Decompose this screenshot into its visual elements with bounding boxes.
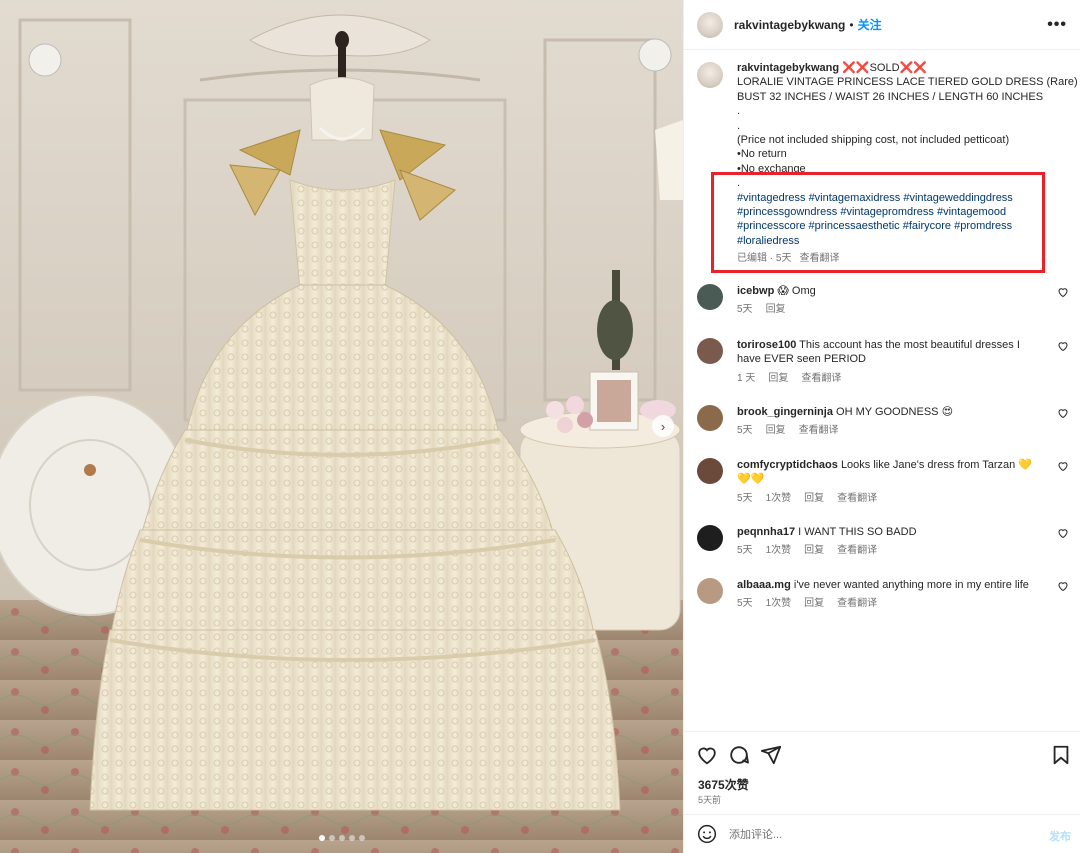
- caption-line: •No return: [737, 148, 787, 161]
- carousel-dot: [348, 835, 355, 841]
- comment-like-count[interactable]: 1次赞: [766, 545, 792, 556]
- reply-link[interactable]: 回复: [804, 598, 824, 609]
- share-send-icon[interactable]: [760, 744, 782, 766]
- comment-time: 5天: [737, 304, 753, 316]
- carousel-dot: [358, 835, 365, 841]
- caption-line: LORALIE VINTAGE PRINCESS LACE TIERED GOL…: [737, 76, 1078, 89]
- save-bookmark-icon[interactable]: [1050, 744, 1072, 766]
- commenter-avatar[interactable]: [697, 405, 723, 431]
- sold-label: SOLD: [869, 62, 900, 74]
- see-translation-link[interactable]: 查看翻译: [837, 493, 877, 504]
- follow-button[interactable]: 关注: [858, 16, 882, 33]
- commenter-username[interactable]: albaaa.mg: [737, 579, 791, 591]
- carousel-dot: [318, 835, 325, 841]
- commenter-avatar[interactable]: [697, 525, 723, 551]
- comment-meta: 5天 回复 查看翻译: [737, 424, 1042, 438]
- comment-text: 😱 Omg: [777, 285, 816, 297]
- like-comment-heart-icon[interactable]: [1057, 286, 1069, 298]
- commenter-avatar[interactable]: [697, 458, 723, 484]
- commenter-username[interactable]: torirose100: [737, 339, 796, 351]
- comment-text: OH MY GOODNESS 😍: [836, 406, 954, 418]
- cross-mark-emoji: ❌❌: [842, 62, 870, 74]
- commenter-username[interactable]: comfycryptidchaos: [737, 459, 838, 471]
- like-comment-heart-icon[interactable]: [1057, 527, 1069, 539]
- comment-bubble-icon[interactable]: [728, 744, 750, 766]
- caption-first-line: rakvintagebykwang ❌❌SOLD❌❌: [737, 61, 1067, 75]
- comment-time: 5天: [737, 598, 753, 610]
- comment-meta: 5天 1次赞 回复 查看翻译: [737, 544, 1042, 558]
- post-header: rakvintagebykwang • 关注 •••: [684, 0, 1080, 50]
- like-comment-heart-icon[interactable]: [1057, 340, 1069, 352]
- comment-body: albaaa.mg i've never wanted anything mor…: [737, 578, 1042, 612]
- next-photo-button[interactable]: ›: [652, 415, 674, 437]
- like-count[interactable]: 3675次赞: [698, 776, 749, 793]
- reply-link[interactable]: 回复: [766, 425, 786, 436]
- like-heart-icon[interactable]: [696, 744, 718, 766]
- comment-meta: 5天 回复: [737, 303, 1042, 317]
- reply-link[interactable]: 回复: [766, 304, 786, 315]
- carousel-dot: [328, 835, 335, 841]
- caption-line: BUST 32 INCHES / WAIST 26 INCHES / LENGT…: [737, 90, 1044, 103]
- comment-time: 5天: [737, 492, 753, 504]
- comment-text: I WANT THIS SO BADD: [798, 526, 917, 538]
- comment-body: peqnnha17 I WANT THIS SO BADD 5天 1次赞 回复 查看翻…: [737, 525, 1042, 559]
- comment-time: 1 天: [737, 372, 756, 384]
- carousel-dot: [338, 835, 345, 841]
- post-side-panel: rakvintagebykwang • 关注 ••• rakvintagebyk…: [683, 0, 1080, 853]
- comments-scroll-area[interactable]: rakvintagebykwang ❌❌SOLD❌❌ LORALIE VINTA…: [684, 50, 1080, 730]
- carousel-dots: [0, 835, 683, 841]
- comment-meta: 5天 1次赞 回复 查看翻译: [737, 597, 1042, 611]
- reply-link[interactable]: 回复: [804, 545, 824, 556]
- comment-meta: 1 天 回复 查看翻译: [737, 372, 1042, 386]
- header-separator: •: [849, 17, 854, 32]
- add-comment-bar: 发布: [684, 814, 1080, 853]
- comment-time: 5天: [737, 545, 753, 557]
- comment-body: icebwp 😱 Omg 5天 回复: [737, 284, 1042, 318]
- see-translation-link[interactable]: 查看翻译: [837, 598, 877, 609]
- comment-text: i've never wanted anything more in my en…: [793, 579, 1029, 591]
- comment-time: 5天: [737, 425, 753, 437]
- like-comment-heart-icon[interactable]: [1057, 580, 1069, 592]
- see-translation-link[interactable]: 查看翻译: [801, 373, 841, 384]
- author-username[interactable]: rakvintagebykwang: [734, 18, 845, 32]
- post-action-bar: 3675次赞 5天前 发布: [684, 731, 1080, 853]
- post-date: 5天前: [698, 795, 722, 805]
- commenter-username[interactable]: icebwp: [737, 285, 774, 297]
- comment-like-count[interactable]: 1次赞: [766, 493, 792, 504]
- caption-line: .: [737, 105, 741, 118]
- comment-meta: 5天 1次赞 回复 查看翻译: [737, 492, 1042, 506]
- cross-mark-emoji: ❌❌: [899, 62, 927, 74]
- see-translation-link[interactable]: 查看翻译: [837, 545, 877, 556]
- comment-input[interactable]: [729, 826, 1029, 844]
- comment-like-count[interactable]: 1次赞: [766, 598, 792, 609]
- author-avatar[interactable]: [697, 11, 723, 38]
- caption-line: (Price not included shipping cost, not i…: [737, 134, 1010, 147]
- hashtag-highlight-box: [711, 172, 1045, 273]
- caption-author-avatar[interactable]: [697, 62, 723, 88]
- dress-photo-illustration: [0, 0, 683, 853]
- commenter-avatar[interactable]: [697, 578, 723, 604]
- commenter-username[interactable]: peqnnha17: [737, 526, 795, 538]
- like-comment-heart-icon[interactable]: [1057, 407, 1069, 419]
- emoji-icon[interactable]: [697, 824, 717, 844]
- comment-body: brook_gingerninja OH MY GOODNESS 😍 5天 回复 查…: [737, 405, 1042, 439]
- caption-author[interactable]: rakvintagebykwang: [737, 62, 839, 74]
- reply-link[interactable]: 回复: [804, 493, 824, 504]
- more-options-icon[interactable]: •••: [1047, 16, 1067, 34]
- reply-link[interactable]: 回复: [768, 373, 788, 384]
- comment-body: comfycryptidchaos Looks like Jane's dres…: [737, 458, 1042, 506]
- caption-line: .: [737, 119, 741, 132]
- post-comment-button[interactable]: 发布: [1049, 828, 1071, 844]
- commenter-username[interactable]: brook_gingerninja: [737, 406, 833, 418]
- post-photo[interactable]: ›: [0, 0, 683, 853]
- comment-body: torirose100 This account has the most be…: [737, 338, 1042, 386]
- like-comment-heart-icon[interactable]: [1057, 460, 1069, 472]
- commenter-avatar[interactable]: [697, 338, 723, 364]
- commenter-avatar[interactable]: [697, 284, 723, 310]
- see-translation-link[interactable]: 查看翻译: [799, 425, 839, 436]
